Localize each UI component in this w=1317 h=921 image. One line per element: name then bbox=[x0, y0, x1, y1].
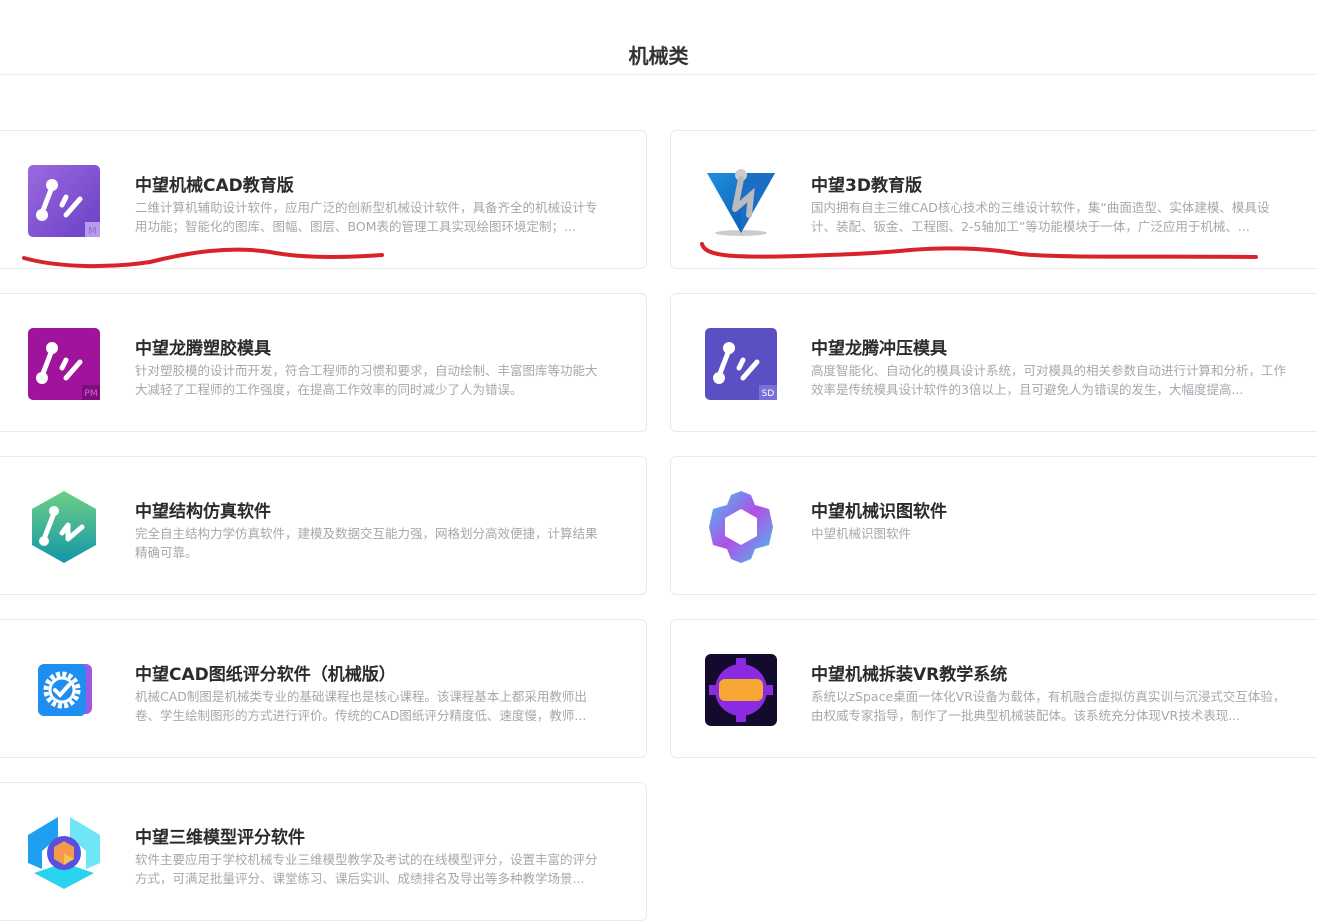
product-desc: 系统以zSpace桌面一体化VR设备为载体，有机融合虚拟仿真实训与沉浸式交互体验… bbox=[811, 689, 1286, 723]
divider bbox=[0, 74, 1317, 75]
product-card[interactable]: 中望三维模型评分软件 软件主要应用于学校机械专业三维模型教学及考试的在线模型评分… bbox=[0, 782, 647, 921]
section-title: 机械类 bbox=[628, 44, 689, 68]
svg-text:M: M bbox=[88, 226, 97, 237]
stamping-die-icon: SD bbox=[705, 328, 777, 400]
product-title[interactable]: 中望CAD图纸评分软件（机械版） bbox=[135, 660, 396, 685]
zwcad-mechanical-icon: M bbox=[28, 165, 100, 237]
product-title[interactable]: 中望机械CAD教育版 bbox=[135, 171, 294, 196]
zw3d-icon bbox=[707, 169, 775, 236]
svg-text:SD: SD bbox=[762, 389, 775, 399]
product-desc: 国内拥有自主三维CAD核心技术的三维设计软件，集“曲面造型、实体建模、模具设计、… bbox=[811, 200, 1270, 234]
product-desc: 完全自主结构力学仿真软件，建模及数据交互能力强，网格划分高效便捷，计算结果精确可… bbox=[135, 526, 598, 560]
product-card[interactable]: SD 中望龙腾冲压模具 高度智能化、自动化的模具设计系统，可对模具的相关参数自动… bbox=[670, 293, 1317, 432]
product-title[interactable]: 中望龙腾冲压模具 bbox=[811, 334, 947, 359]
product-desc: 针对塑胶模的设计而开发，符合工程师的习惯和要求，自动绘制、丰富图库等功能大大减轻… bbox=[135, 363, 598, 397]
vr-assembly-icon bbox=[705, 654, 777, 726]
product-title[interactable]: 中望结构仿真软件 bbox=[135, 497, 271, 522]
product-title[interactable]: 中望龙腾塑胶模具 bbox=[135, 334, 271, 359]
product-card[interactable]: 中望结构仿真软件 完全自主结构力学仿真软件，建模及数据交互能力强，网格划分高效便… bbox=[0, 456, 647, 595]
product-card[interactable]: 中望机械识图软件 中望机械识图软件 bbox=[670, 456, 1317, 595]
product-desc: 中望机械识图软件 bbox=[811, 526, 912, 541]
svg-text:PM: PM bbox=[84, 389, 97, 399]
product-title[interactable]: 中望3D教育版 bbox=[811, 171, 922, 196]
3d-model-grading-icon bbox=[28, 817, 100, 889]
product-card[interactable]: 中望3D教育版 国内拥有自主三维CAD核心技术的三维设计软件，集“曲面造型、实体… bbox=[670, 130, 1317, 269]
structural-simulation-icon bbox=[32, 491, 96, 563]
drawing-recognition-icon bbox=[709, 491, 773, 563]
product-title[interactable]: 中望机械拆装VR教学系统 bbox=[811, 660, 1007, 685]
product-title[interactable]: 中望机械识图软件 bbox=[811, 497, 947, 522]
product-card[interactable]: 中望CAD图纸评分软件（机械版） 机械CAD制图是机械类专业的基础课程也是核心课… bbox=[0, 619, 647, 758]
drawing-grading-icon bbox=[38, 664, 92, 716]
product-title[interactable]: 中望三维模型评分软件 bbox=[135, 823, 305, 848]
product-desc: 二维计算机辅助设计软件，应用广泛的创新型机械设计软件，具备齐全的机械设计专用功能… bbox=[135, 200, 598, 234]
product-desc: 软件主要应用于学校机械专业三维模型教学及考试的在线模型评分，设置丰富的评分方式，… bbox=[135, 852, 598, 886]
product-card[interactable]: 中望机械拆装VR教学系统 系统以zSpace桌面一体化VR设备为载体，有机融合虚… bbox=[670, 619, 1317, 758]
plastic-mold-icon: PM bbox=[28, 328, 100, 400]
product-desc: 高度智能化、自动化的模具设计系统，可对模具的相关参数自动进行计算和分析，工作效率… bbox=[811, 363, 1287, 397]
product-desc: 机械CAD制图是机械类专业的基础课程也是核心课程。该课程基本上都采用教师出卷、学… bbox=[135, 689, 587, 723]
product-card[interactable]: PM 中望龙腾塑胶模具 针对塑胶模的设计而开发，符合工程师的习惯和要求，自动绘制… bbox=[0, 293, 647, 432]
product-card[interactable]: M 中望机械CAD教育版 二维计算机辅助设计软件，应用广泛的创新型机械设计软件，… bbox=[0, 130, 647, 269]
